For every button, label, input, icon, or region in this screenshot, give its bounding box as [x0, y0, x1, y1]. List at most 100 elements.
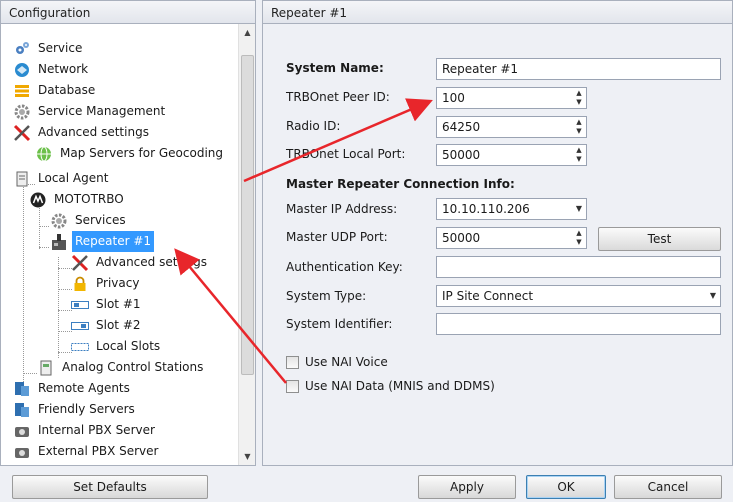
- gear-icon: [50, 212, 68, 230]
- master-udp-label: Master UDP Port:: [286, 230, 388, 244]
- tree-item-services[interactable]: Services: [50, 210, 129, 231]
- gears-icon: [13, 40, 31, 58]
- tree-item-label: Slot #2: [96, 318, 141, 332]
- radio-id-value: 64250: [442, 120, 481, 134]
- scroll-up-icon[interactable]: ▲: [239, 24, 255, 41]
- master-ip-dropdown[interactable]: 10.10.110.206 ▼: [436, 198, 587, 220]
- auth-key-field[interactable]: [436, 256, 721, 278]
- spin-arrows-icon[interactable]: ▲ ▼: [572, 145, 586, 165]
- radio-id-stepper[interactable]: 64250 ▲ ▼: [436, 116, 587, 138]
- scrollbar-thumb[interactable]: [241, 55, 254, 375]
- tree-item-repeater-advanced-settings[interactable]: Advanced settings: [71, 252, 210, 273]
- spin-arrows-icon[interactable]: ▲ ▼: [572, 88, 586, 108]
- tree-item-local-slots[interactable]: Local Slots: [71, 336, 163, 357]
- system-name-label: System Name:: [286, 61, 384, 75]
- set-defaults-button[interactable]: Set Defaults: [12, 475, 208, 499]
- nai-voice-label: Use NAI Voice: [305, 355, 388, 369]
- master-udp-stepper[interactable]: 50000 ▲ ▼: [436, 227, 587, 249]
- checkbox-box[interactable]: [286, 379, 299, 393]
- tree-item-privacy[interactable]: Privacy: [71, 273, 142, 294]
- tree-scrollbar[interactable]: ▲ ▼: [238, 24, 255, 465]
- master-ip-value: 10.10.110.206: [442, 202, 530, 216]
- tree-item-local-agent[interactable]: Local Agent: [13, 168, 111, 189]
- configuration-tree[interactable]: Service Network Database Service Managem…: [0, 24, 256, 466]
- nai-voice-checkbox[interactable]: Use NAI Voice: [286, 352, 388, 372]
- scroll-down-icon[interactable]: ▼: [239, 448, 255, 465]
- configuration-panel: Configuration Service Network Database S…: [0, 0, 256, 466]
- checkbox-box[interactable]: [286, 355, 299, 369]
- tree-item-label: Database: [38, 83, 96, 97]
- spin-arrows-icon[interactable]: ▲ ▼: [572, 228, 586, 248]
- local-port-value: 50000: [442, 148, 481, 162]
- tree-item-repeater-1[interactable]: Repeater #1: [50, 231, 155, 252]
- system-type-label: System Type:: [286, 289, 367, 303]
- tree-item-label: Advanced settings: [38, 125, 149, 139]
- tree-item-label: MOTOTRBO: [54, 192, 124, 206]
- system-name-field[interactable]: Repeater #1: [436, 58, 721, 80]
- tree-item-label: Map Servers for Geocoding: [60, 146, 224, 160]
- cancel-button[interactable]: Cancel: [614, 475, 722, 499]
- tree-item-remote-agents[interactable]: Remote Agents: [13, 378, 133, 399]
- tree-item-database[interactable]: Database: [13, 80, 98, 101]
- system-type-dropdown[interactable]: IP Site Connect ▼: [436, 285, 721, 307]
- nai-data-label: Use NAI Data (MNIS and DDMS): [305, 379, 495, 393]
- tree-item-label: Friendly Servers: [38, 402, 135, 416]
- tree-item-network[interactable]: Network: [13, 59, 91, 80]
- network-icon: [13, 61, 31, 79]
- pbx-icon: [13, 422, 31, 440]
- tree-item-map-servers[interactable]: Map Servers for Geocoding: [35, 143, 226, 164]
- auth-key-label: Authentication Key:: [286, 260, 403, 274]
- tree-item-friendly-servers[interactable]: Friendly Servers: [13, 399, 138, 420]
- repeater-panel-title: Repeater #1: [262, 0, 733, 24]
- local-port-label: TRBOnet Local Port:: [286, 147, 406, 161]
- tree-item-service[interactable]: Service: [13, 38, 85, 59]
- nai-data-checkbox[interactable]: Use NAI Data (MNIS and DDMS): [286, 376, 495, 396]
- repeater-icon: [50, 233, 68, 251]
- chevron-down-icon[interactable]: ▼: [710, 286, 716, 306]
- tree-item-slot-2[interactable]: Slot #2: [71, 315, 144, 336]
- lock-icon: [71, 275, 89, 293]
- ok-button[interactable]: OK: [526, 475, 606, 499]
- tree-item-internal-pbx[interactable]: Internal PBX Server: [13, 420, 158, 441]
- system-identifier-field[interactable]: [436, 313, 721, 335]
- database-icon: [13, 82, 31, 100]
- tools-icon: [71, 254, 89, 272]
- system-type-value: IP Site Connect: [442, 289, 534, 303]
- tree-item-label: Local Slots: [96, 339, 161, 353]
- tools-icon: [13, 124, 31, 142]
- tree-item-service-management[interactable]: Service Management: [13, 101, 168, 122]
- tree-item-label: Advanced settings: [96, 255, 207, 269]
- peer-id-label: TRBOnet Peer ID:: [286, 90, 390, 104]
- system-identifier-label: System Identifier:: [286, 317, 393, 331]
- master-section-heading: Master Repeater Connection Info:: [286, 177, 515, 191]
- spin-arrows-icon[interactable]: ▲ ▼: [572, 117, 586, 137]
- tree-item-label: Services: [75, 213, 126, 227]
- test-button[interactable]: Test: [598, 227, 721, 251]
- tree-item-mototrbo[interactable]: MOTOTRBO: [29, 189, 127, 210]
- repeater-settings-panel: Repeater #1 System Name: Repeater #1 TRB…: [262, 0, 733, 466]
- apply-button[interactable]: Apply: [418, 475, 516, 499]
- peer-id-stepper[interactable]: 100 ▲ ▼: [436, 87, 587, 109]
- pbx-icon: [13, 443, 31, 461]
- configuration-panel-title: Configuration: [0, 0, 256, 24]
- agent-icon: [13, 401, 31, 419]
- chevron-down-icon[interactable]: ▼: [576, 199, 582, 219]
- tree-item-slot-1[interactable]: Slot #1: [71, 294, 144, 315]
- radio-id-label: Radio ID:: [286, 119, 341, 133]
- slot-icon: [71, 338, 89, 356]
- tree-item-external-pbx[interactable]: External PBX Server: [13, 441, 161, 462]
- tree-item-label: Privacy: [96, 276, 140, 290]
- slot-icon: [71, 317, 89, 335]
- tree-item-label: Network: [38, 62, 89, 76]
- tree-item-analog-control-stations[interactable]: Analog Control Stations: [37, 357, 206, 378]
- motorola-logo-icon: [29, 191, 47, 209]
- master-udp-value: 50000: [442, 231, 481, 245]
- local-port-stepper[interactable]: 50000 ▲ ▼: [436, 144, 587, 166]
- tree-item-label: Analog Control Stations: [62, 360, 204, 374]
- server-icon: [13, 170, 31, 188]
- tree-item-advanced-settings[interactable]: Advanced settings: [13, 122, 152, 143]
- master-ip-label: Master IP Address:: [286, 202, 398, 216]
- slot-icon: [71, 296, 89, 314]
- tree-item-label: External PBX Server: [38, 444, 159, 458]
- dialog-button-bar: Set Defaults Apply OK Cancel: [0, 466, 733, 502]
